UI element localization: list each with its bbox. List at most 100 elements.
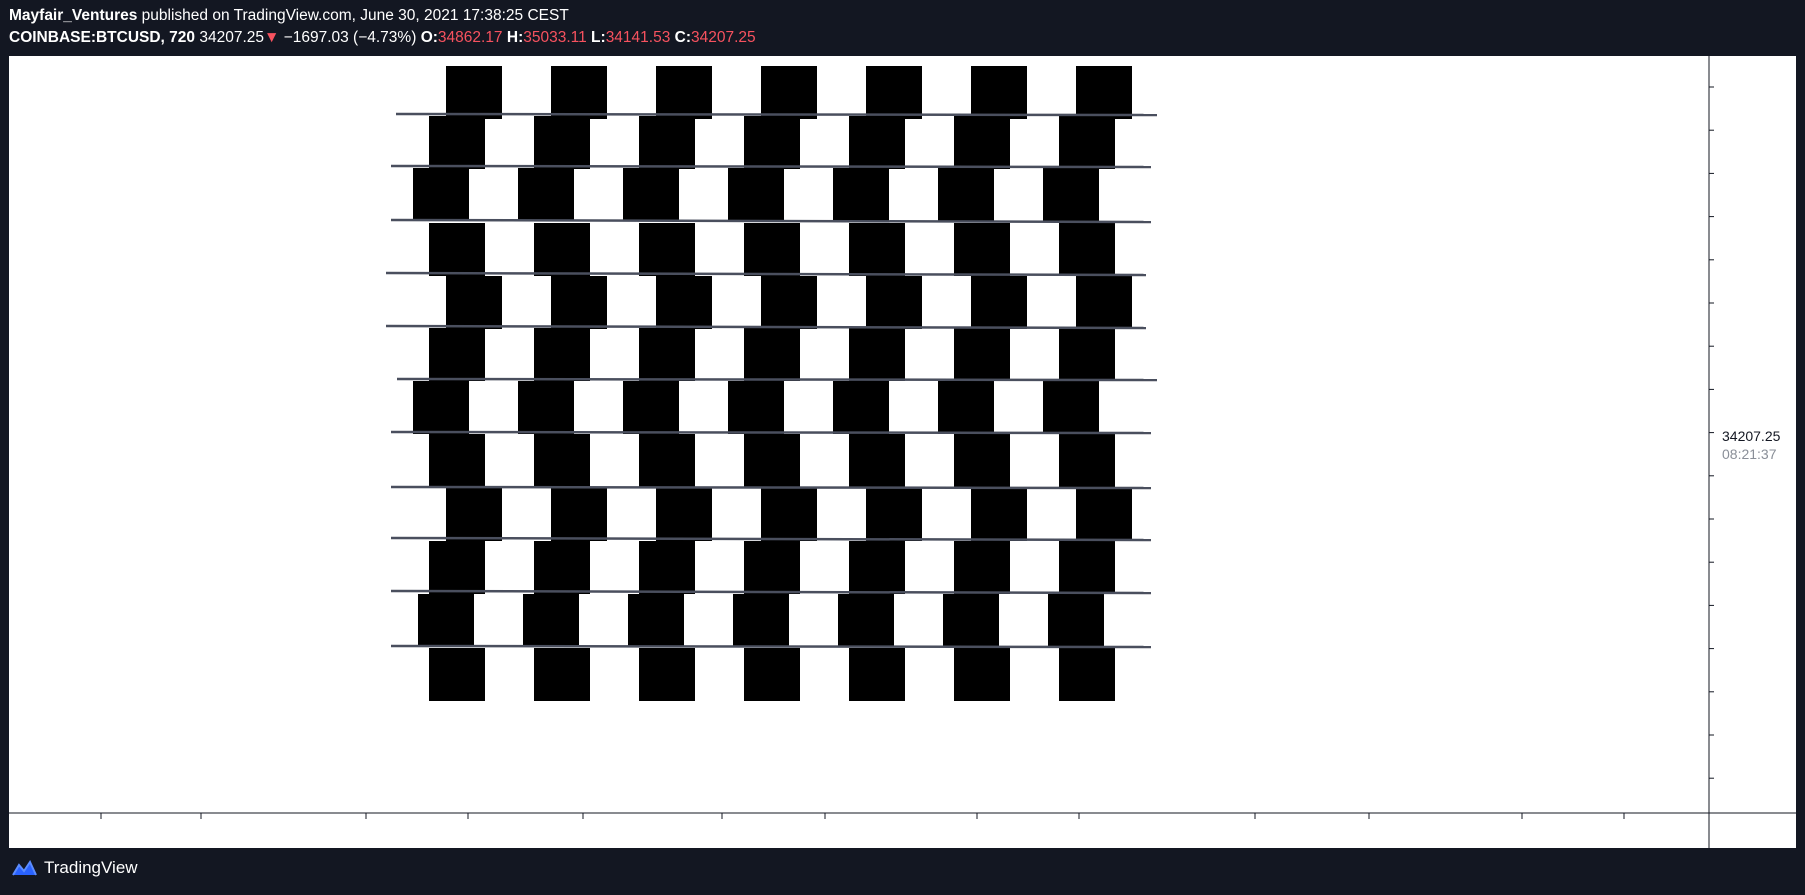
tile — [518, 381, 574, 434]
tile — [1059, 648, 1115, 701]
tile — [534, 223, 590, 276]
tile — [744, 541, 800, 594]
grout-line — [390, 430, 1152, 435]
tile — [534, 541, 590, 594]
tile — [639, 648, 695, 701]
tile — [534, 328, 590, 381]
tile — [866, 66, 922, 119]
tile — [1048, 594, 1104, 647]
tile — [656, 276, 712, 329]
current-price-label: 34207.25 — [1722, 428, 1781, 444]
tile — [1059, 541, 1115, 594]
tile — [849, 116, 905, 169]
tile — [866, 276, 922, 329]
high-value: 35033.11 — [523, 29, 587, 46]
tile — [744, 648, 800, 701]
tile — [418, 594, 474, 647]
tradingview-logo[interactable]: TradingView — [10, 858, 138, 878]
tile — [971, 276, 1027, 329]
tile — [954, 116, 1010, 169]
tile — [943, 594, 999, 647]
tile — [849, 541, 905, 594]
tile — [849, 648, 905, 701]
price-change: −1697.03 (−4.73%) — [283, 29, 417, 46]
tile — [534, 116, 590, 169]
time-axis-ticks[interactable] — [100, 813, 1625, 819]
tile — [446, 488, 502, 541]
grout-line — [390, 589, 1152, 595]
bar-countdown-label: 08:21:37 — [1722, 446, 1777, 462]
author-name[interactable]: Mayfair_Ventures — [9, 7, 137, 24]
tile — [744, 434, 800, 487]
tile — [954, 541, 1010, 594]
tile — [744, 328, 800, 381]
tile — [639, 223, 695, 276]
tile — [446, 276, 502, 329]
low-label: L: — [591, 29, 606, 46]
tile — [733, 594, 789, 647]
grout-line — [395, 112, 1158, 117]
tile — [833, 168, 889, 221]
tile — [429, 328, 485, 381]
tile — [429, 116, 485, 169]
tile — [938, 381, 994, 434]
tile — [1059, 328, 1115, 381]
tile — [413, 168, 469, 221]
last-price: 34207.25 — [199, 29, 264, 46]
tile — [761, 276, 817, 329]
tile — [849, 328, 905, 381]
tile — [656, 66, 712, 119]
tile — [849, 434, 905, 487]
tile — [954, 434, 1010, 487]
tile — [1076, 66, 1132, 119]
tile — [1076, 488, 1132, 541]
tile — [551, 276, 607, 329]
tile — [656, 488, 712, 541]
tile — [1059, 434, 1115, 487]
footer-bar: TradingView — [0, 848, 1805, 895]
tile — [954, 328, 1010, 381]
tile — [429, 223, 485, 276]
tile — [518, 168, 574, 221]
tradingview-cloud-icon — [12, 859, 37, 876]
tile — [429, 434, 485, 487]
tile — [623, 168, 679, 221]
tile — [551, 66, 607, 119]
chart-pane[interactable]: 34207.25 08:21:37 — [9, 56, 1796, 848]
tile — [761, 488, 817, 541]
tile — [446, 66, 502, 119]
close-label: C: — [674, 29, 692, 46]
tile — [1043, 168, 1099, 221]
brand-name: TradingView — [44, 858, 138, 877]
tile — [551, 488, 607, 541]
publish-info: Mayfair_Ventures published on TradingVie… — [9, 7, 569, 25]
tile — [413, 381, 469, 434]
down-arrow-icon: ▼ — [264, 29, 280, 46]
grout-line — [390, 164, 1152, 169]
grout-line — [390, 485, 1152, 490]
tile — [429, 541, 485, 594]
tile — [761, 66, 817, 119]
tile — [1043, 381, 1099, 434]
grout-line — [396, 377, 1158, 382]
cafe-wall-drawing[interactable] — [9, 56, 1796, 848]
high-label: H: — [506, 29, 524, 46]
tile — [971, 488, 1027, 541]
tile — [639, 434, 695, 487]
tile — [728, 381, 784, 434]
tile — [1076, 276, 1132, 329]
close-value: 34207.25 — [691, 29, 756, 46]
symbol-label[interactable]: COINBASE:BTCUSD, 720 — [9, 29, 195, 46]
tile — [1059, 223, 1115, 276]
tile — [866, 488, 922, 541]
tile — [534, 434, 590, 487]
tile — [534, 648, 590, 701]
grout-line — [390, 644, 1152, 649]
tile — [639, 116, 695, 169]
grout-line — [390, 536, 1152, 542]
tile — [938, 168, 994, 221]
tile — [744, 116, 800, 169]
chart-header: Mayfair_Ventures published on TradingVie… — [0, 0, 1805, 56]
tile — [954, 648, 1010, 701]
price-axis-ticks[interactable] — [1709, 86, 1714, 779]
